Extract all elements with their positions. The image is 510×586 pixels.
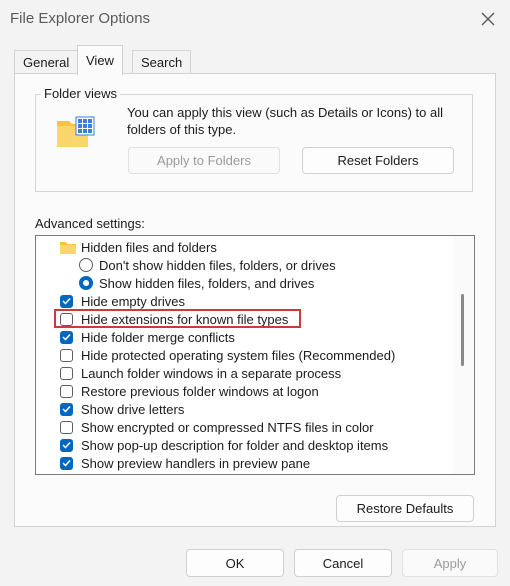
radio-button[interactable]	[79, 276, 93, 290]
list-item-label: Show drive letters	[81, 401, 185, 417]
checkbox-hide-extensions[interactable]: Hide extensions for known file types	[60, 310, 288, 328]
tab-search[interactable]: Search	[132, 50, 192, 73]
checkbox-show-popup-description[interactable]: Show pop-up description for folder and d…	[60, 436, 388, 454]
checkbox-launch-separate-process[interactable]: Launch folder windows in a separate proc…	[60, 364, 341, 382]
folder-views-title: Folder views	[41, 86, 120, 101]
checkmark-icon	[62, 441, 71, 449]
list-item-label: Launch folder windows in a separate proc…	[81, 365, 342, 381]
checkbox[interactable]	[60, 456, 73, 470]
list-item-label: Hide protected operating system files (R…	[81, 347, 396, 363]
list-item-label: Hide empty drives	[81, 293, 186, 309]
list-item-label: Hidden files and folders	[81, 239, 217, 255]
checkbox-show-preview-handlers[interactable]: Show preview handlers in preview pane	[60, 454, 310, 472]
checkbox[interactable]	[60, 312, 73, 326]
checkbox[interactable]	[60, 402, 73, 416]
list-item-label: Don't show hidden files, folders, or dri…	[99, 257, 336, 273]
radio-show-hidden[interactable]: Show hidden files, folders, and drives	[79, 274, 314, 292]
apply-to-folders-button[interactable]: Apply to Folders	[128, 147, 280, 174]
list-item-label: Show hidden files, folders, and drives	[99, 275, 315, 291]
checkmark-icon	[62, 405, 71, 413]
list-scrollbar-thumb[interactable]	[461, 294, 464, 366]
window-title: File Explorer Options	[10, 10, 151, 27]
checkbox[interactable]	[60, 330, 73, 344]
folder-grid-icon	[56, 115, 96, 152]
checkmark-icon	[62, 297, 71, 305]
checkbox[interactable]	[60, 366, 73, 380]
checkmark-icon	[62, 333, 71, 341]
checkbox[interactable]	[60, 438, 73, 452]
checkbox-restore-previous-windows[interactable]: Restore previous folder windows at logon	[60, 382, 319, 400]
apply-button[interactable]: Apply	[402, 549, 498, 577]
folder-views-description: You can apply this view (such as Details…	[127, 105, 444, 137]
tab-view[interactable]: View	[77, 45, 123, 75]
checkbox-hide-merge-conflicts[interactable]: Hide folder merge conflicts	[60, 328, 235, 346]
checkbox[interactable]	[60, 384, 73, 398]
checkbox-hide-empty-drives[interactable]: Hide empty drives	[60, 292, 185, 310]
checkbox[interactable]	[60, 348, 73, 362]
list-item-hidden-files-folder: Hidden files and folders	[60, 238, 217, 256]
close-icon	[481, 12, 495, 26]
list-item-label: Show encrypted or compressed NTFS files …	[81, 419, 374, 435]
checkbox-show-encrypted-color[interactable]: Show encrypted or compressed NTFS files …	[60, 418, 374, 436]
list-item-label: Show pop-up description for folder and d…	[81, 437, 389, 453]
radio-button[interactable]	[79, 258, 93, 272]
list-item-label: Show preview handlers in preview pane	[81, 455, 311, 471]
reset-folders-button[interactable]: Reset Folders	[302, 147, 454, 174]
tab-search-label: Search	[141, 54, 183, 70]
list-item-label: Hide extensions for known file types	[81, 311, 289, 327]
advanced-settings-label: Advanced settings:	[35, 216, 145, 231]
cancel-button[interactable]: Cancel	[294, 549, 392, 577]
checkmark-icon	[62, 459, 71, 467]
radio-dont-show-hidden[interactable]: Don't show hidden files, folders, or dri…	[79, 256, 336, 274]
checkbox-hide-protected-os-files[interactable]: Hide protected operating system files (R…	[60, 346, 395, 364]
tab-general[interactable]: General	[14, 50, 79, 73]
list-item-label: Hide folder merge conflicts	[81, 329, 235, 345]
ok-button[interactable]: OK	[186, 549, 284, 577]
tab-general-label: General	[23, 54, 70, 70]
close-button[interactable]	[472, 4, 504, 34]
checkbox-show-drive-letters[interactable]: Show drive letters	[60, 400, 184, 418]
checkbox[interactable]	[60, 294, 73, 308]
list-item-label: Restore previous folder windows at logon	[81, 383, 319, 399]
advanced-settings-list[interactable]: Hidden files and folders Don't show hidd…	[35, 235, 475, 475]
tab-view-label: View	[86, 53, 114, 68]
folder-icon	[60, 241, 76, 254]
checkbox[interactable]	[60, 420, 73, 434]
restore-defaults-button[interactable]: Restore Defaults	[336, 495, 474, 522]
